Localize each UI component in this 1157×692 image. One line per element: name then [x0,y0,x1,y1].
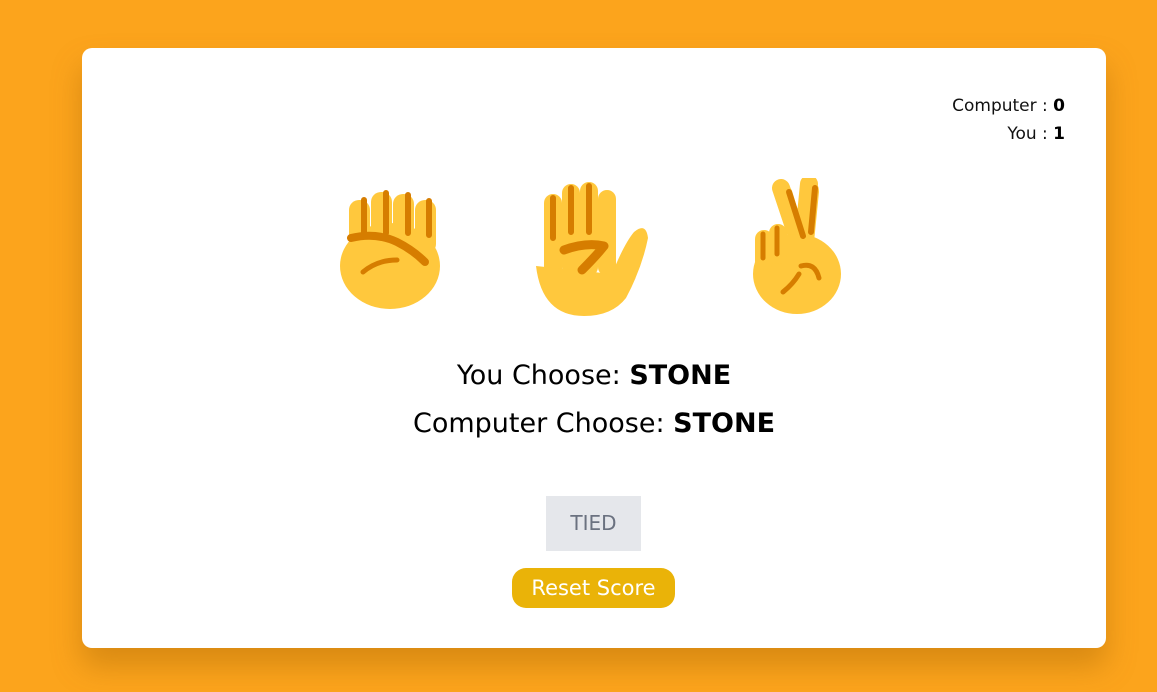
player-choice-text: You Choose: STONE [82,360,1106,391]
choice-buttons [82,178,1106,318]
game-status-badge: TIED [546,496,641,551]
scoreboard: Computer : 0 You : 1 [952,92,1065,148]
reset-score-button[interactable]: Reset Score [512,568,675,608]
player-choice-value: STONE [629,360,732,391]
computer-score-row: Computer : 0 [952,92,1065,120]
you-score-value: 1 [1053,124,1065,144]
stone-choice-button[interactable] [329,178,449,318]
you-score-label: You : [1007,124,1054,144]
raised-fist-icon [340,190,440,309]
computer-score-label: Computer : [952,96,1054,116]
raised-hand-icon [536,182,648,316]
computer-score-value: 0 [1053,96,1065,116]
player-choice-label: You Choose: [456,360,630,391]
you-score-row: You : 1 [952,120,1065,148]
game-card: Computer : 0 You : 1 You Choose: STONE C… [82,48,1106,648]
computer-choice-label: Computer Choose: [412,408,674,439]
paper-choice-button[interactable] [534,178,654,318]
computer-choice-text: Computer Choose: STONE [82,408,1106,439]
scissors-choice-button[interactable] [739,178,859,318]
computer-choice-value: STONE [673,408,776,439]
victory-hand-icon [753,178,841,314]
